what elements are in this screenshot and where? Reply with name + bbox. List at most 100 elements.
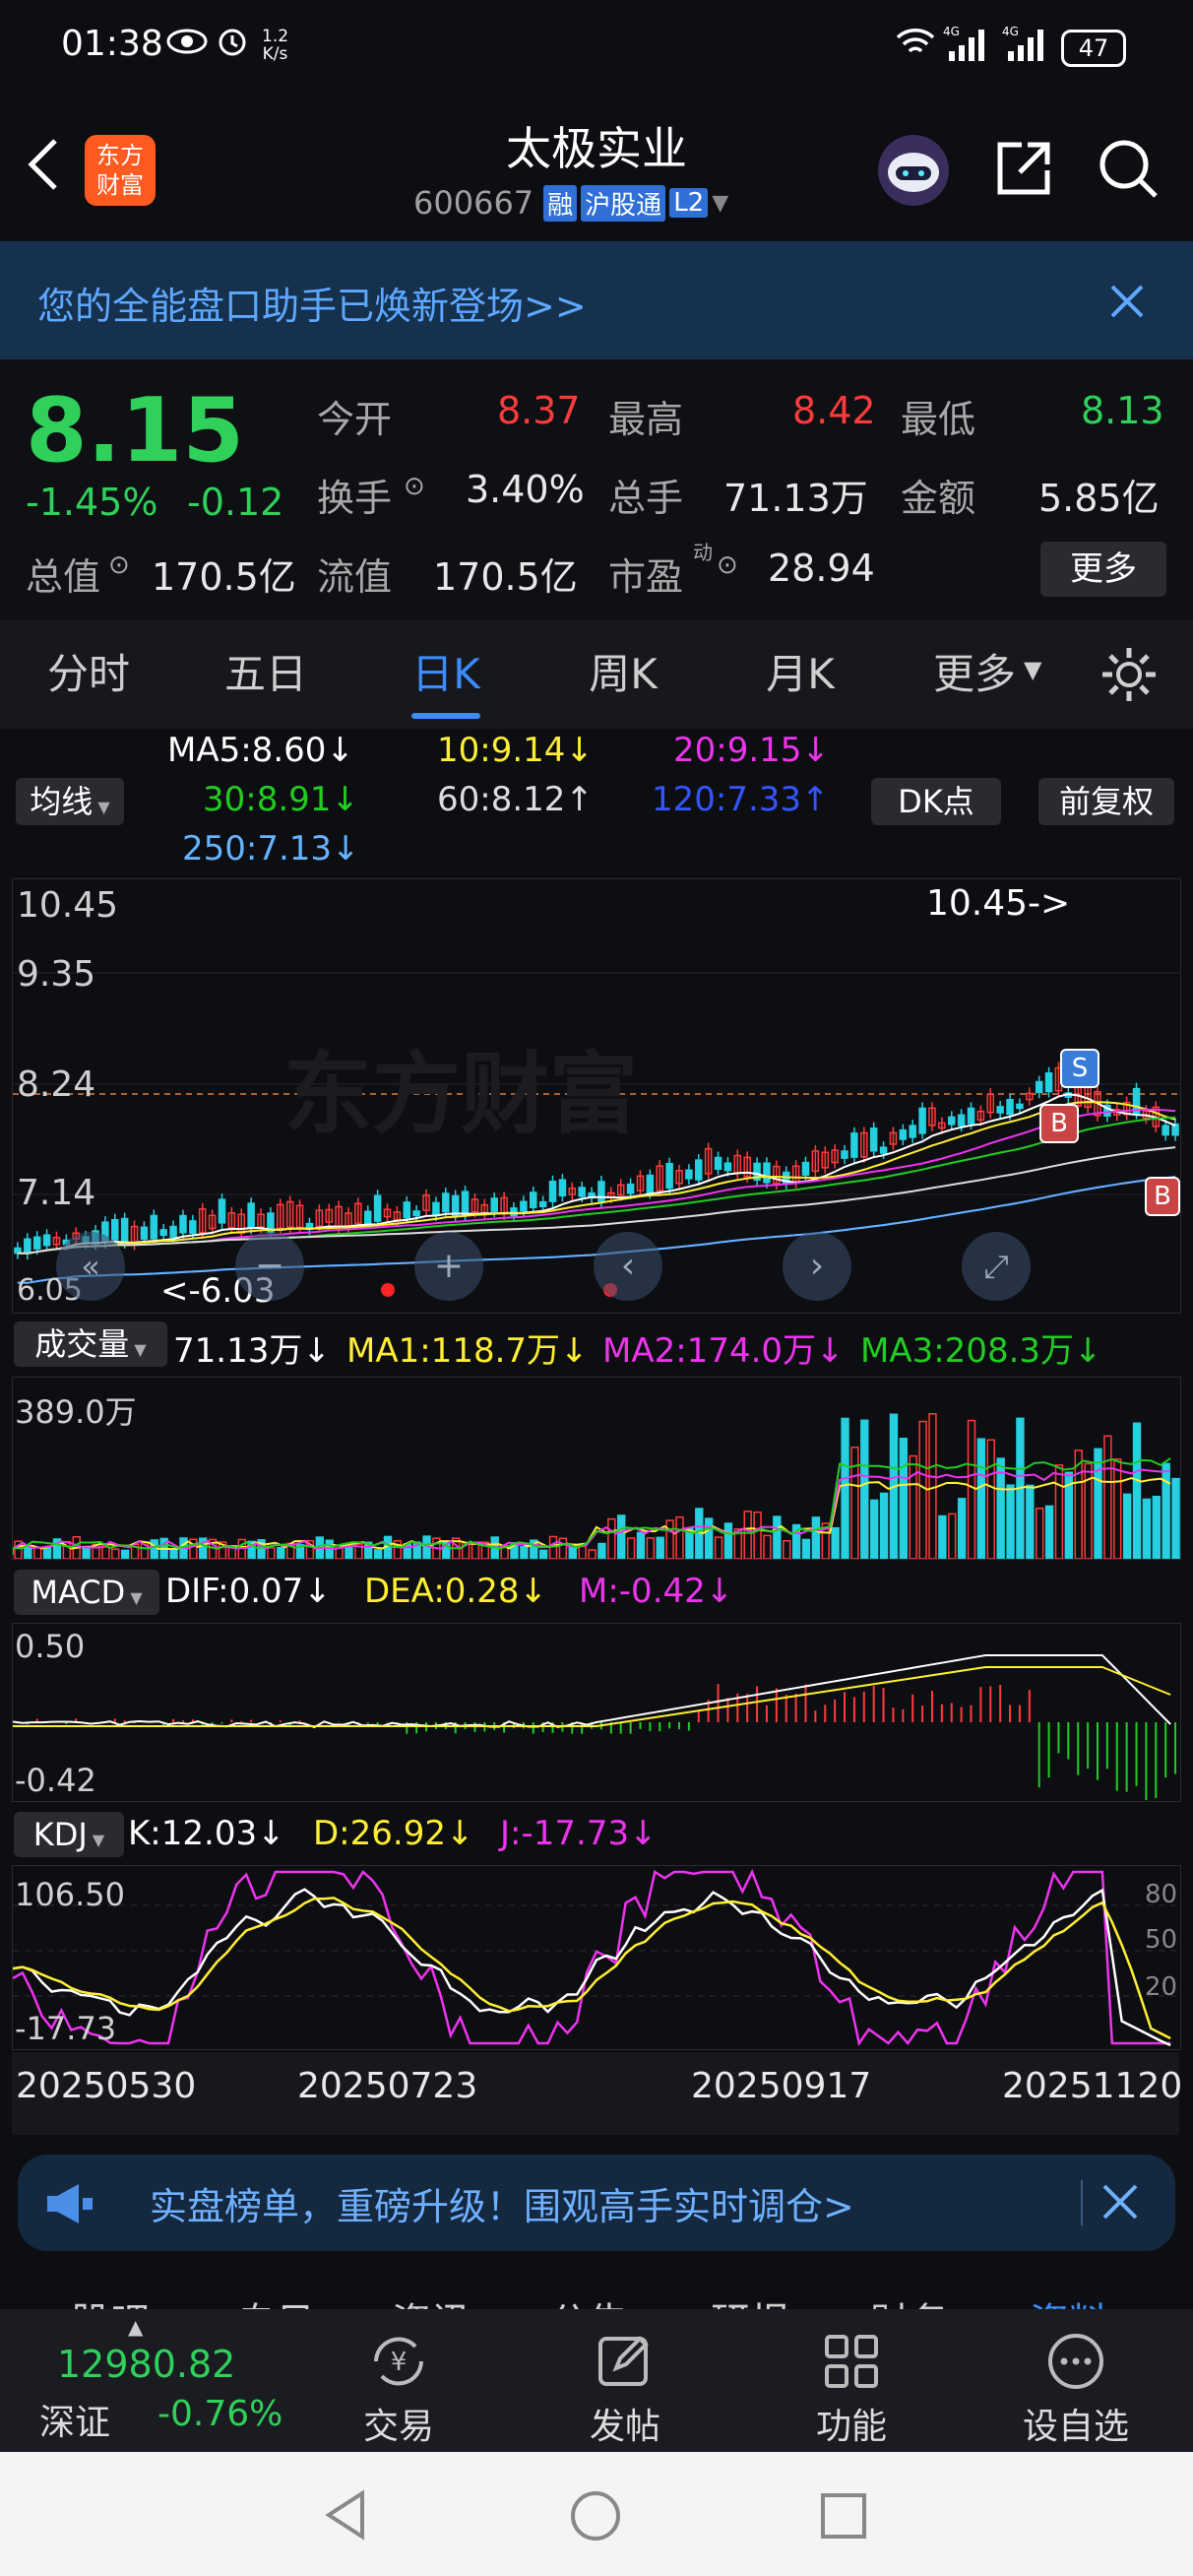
- nav-back-icon[interactable]: [323, 2489, 368, 2544]
- scroll-left-icon[interactable]: ‹: [594, 1232, 662, 1301]
- kline-chart[interactable]: 东方财富 10.45 9.35 8.24 7.14 6.05 10.45-> <…: [12, 878, 1181, 1314]
- volume-bar: [1103, 1435, 1112, 1559]
- tab-more[interactable]: 更多: [915, 620, 1034, 729]
- index-ticker[interactable]: ▲ 12980.82 深证 -0.76%: [0, 2309, 295, 2452]
- subtab-guba[interactable]: 股吧: [71, 2290, 150, 2309]
- kdj-d-label: D:26.92↓: [313, 1814, 474, 1853]
- macd-selector-button[interactable]: MACD ▼: [14, 1570, 159, 1615]
- adjustment-button[interactable]: 前复权: [1038, 778, 1174, 825]
- custom-watchlist-button[interactable]: 设自选: [1012, 2309, 1140, 2452]
- kline-y-2: 9.35: [17, 954, 96, 995]
- tab-intraday[interactable]: 分时: [20, 620, 157, 729]
- candle-body: [1171, 1123, 1179, 1136]
- candle-body: [150, 1214, 158, 1240]
- subtab-finance[interactable]: 财务: [870, 2290, 949, 2309]
- tab-weekly-k[interactable]: 周K: [554, 620, 692, 729]
- tab-monthly-k[interactable]: 月K: [731, 620, 869, 729]
- more-button[interactable]: 更多: [1040, 542, 1166, 597]
- volume-bar: [558, 1537, 568, 1559]
- close-icon[interactable]: [1100, 2182, 1140, 2225]
- volume-selector-button[interactable]: 成交量 ▼: [14, 1321, 167, 1367]
- date-label: 20250530: [16, 2066, 197, 2106]
- expand-arrow-icon: ▲: [128, 2315, 144, 2339]
- ma-selector-button[interactable]: 均线 ▼: [16, 778, 124, 825]
- more-dots-icon: [1048, 2334, 1103, 2389]
- info-icon[interactable]: ⊙: [108, 550, 130, 580]
- info-icon[interactable]: ⊙: [404, 472, 425, 501]
- volume-bar: [548, 1535, 558, 1559]
- fullscreen-icon[interactable]: ⤢: [962, 1232, 1031, 1301]
- volume-bar: [1113, 1458, 1122, 1559]
- open-label: 今开: [317, 398, 393, 441]
- assistant-banner[interactable]: 您的全能盘口助手已焕新登场>>: [0, 241, 1193, 359]
- volume-bar: [1132, 1422, 1142, 1559]
- subtab-news[interactable]: 资讯: [392, 2290, 471, 2309]
- subtab-announcement[interactable]: 公告: [549, 2290, 628, 2309]
- volume-bar: [111, 1548, 120, 1559]
- volume-bar: [42, 1547, 52, 1559]
- dk-point-button[interactable]: DK点: [871, 778, 1001, 825]
- subtab-zixuan[interactable]: 自日: [236, 2290, 315, 2309]
- tab-more-caret-icon: ▼: [1024, 656, 1042, 683]
- function-button[interactable]: 功能: [787, 2309, 915, 2452]
- volume-bar: [101, 1546, 110, 1559]
- candle-body: [363, 1210, 372, 1225]
- yen-cycle-icon: ¥: [374, 2337, 423, 2386]
- stock-code-row[interactable]: 600667 融 沪股通 L2 ▼: [413, 184, 728, 222]
- search-icon[interactable]: [1097, 137, 1162, 206]
- kdj-j-line: [13, 1868, 1171, 2047]
- volume-bar: [267, 1547, 276, 1559]
- promo-bar[interactable]: 实盘榜单，重磅升级！围观高手实时调仓>: [18, 2155, 1175, 2251]
- pe-value: 28.94: [768, 547, 875, 590]
- nav-recents-icon[interactable]: [819, 2491, 868, 2544]
- date-axis: 20250530 20250723 20250917 20251120: [12, 2052, 1182, 2135]
- quote-panel: 8.15 -1.45% -0.12 今开 8.37 最高 8.42 最低 8.1…: [0, 359, 1193, 620]
- gear-icon[interactable]: [1099, 644, 1160, 709]
- macd-chart[interactable]: 0.50 -0.42: [12, 1623, 1181, 1802]
- share-icon[interactable]: [992, 137, 1055, 204]
- kdj-selector-button[interactable]: KDJ ▼: [14, 1812, 124, 1857]
- candle-body: [218, 1198, 226, 1224]
- candle-body: [665, 1162, 673, 1190]
- volume-bar: [801, 1538, 811, 1559]
- subtab-research[interactable]: 研报: [711, 2290, 789, 2309]
- candle-body: [548, 1180, 557, 1202]
- volume-bar: [1152, 1495, 1161, 1559]
- macd-dea-label: DEA:0.28↓: [364, 1572, 547, 1611]
- post-button[interactable]: 发帖: [561, 2309, 689, 2452]
- scroll-right-icon[interactable]: ›: [783, 1232, 851, 1301]
- info-icon[interactable]: ⊙: [717, 550, 738, 580]
- subtab-profile[interactable]: 资料: [1030, 2290, 1108, 2309]
- buy-signal-badge[interactable]: B: [1039, 1104, 1079, 1143]
- kline-y-3: 8.24: [17, 1064, 96, 1105]
- candle-body: [432, 1201, 440, 1216]
- candle-body: [412, 1210, 420, 1217]
- volume-bar: [1162, 1462, 1170, 1559]
- candle-body: [558, 1179, 567, 1197]
- volume-chart[interactable]: 389.0万: [12, 1377, 1181, 1560]
- float-label: 流值: [317, 555, 393, 599]
- buy-signal-badge[interactable]: B: [1145, 1177, 1180, 1216]
- tab-five-day[interactable]: 五日: [197, 620, 335, 729]
- volume-bar: [607, 1517, 616, 1559]
- zoom-out-icon[interactable]: −: [235, 1232, 304, 1301]
- date-label: 20250723: [297, 2066, 478, 2106]
- nav-home-icon[interactable]: [569, 2489, 622, 2546]
- candle-body: [967, 1107, 975, 1125]
- trade-button[interactable]: ¥ 交易: [335, 2309, 463, 2452]
- zoom-in-icon[interactable]: +: [414, 1232, 483, 1301]
- high-value: 8.42: [792, 389, 876, 432]
- candle-body: [1016, 1103, 1024, 1110]
- volume-bar: [976, 1438, 986, 1559]
- scroll-start-icon[interactable]: «: [56, 1232, 125, 1301]
- kdj-legend: KDJ ▼ K:12.03↓ D:26.92↓ J:-17.73↓: [0, 1808, 1193, 1863]
- close-icon[interactable]: [1108, 283, 1146, 324]
- robot-assistant-icon[interactable]: [874, 131, 953, 214]
- kdj-chart[interactable]: 106.50 -17.73 80 50 20: [12, 1865, 1181, 2050]
- kdj-plot: [13, 1868, 1180, 2047]
- margin-badge: 融: [543, 184, 578, 222]
- svg-text:4G: 4G: [943, 25, 960, 38]
- sell-signal-badge[interactable]: S: [1060, 1049, 1099, 1088]
- volume-bar: [948, 1513, 957, 1559]
- volume-bar: [150, 1539, 159, 1559]
